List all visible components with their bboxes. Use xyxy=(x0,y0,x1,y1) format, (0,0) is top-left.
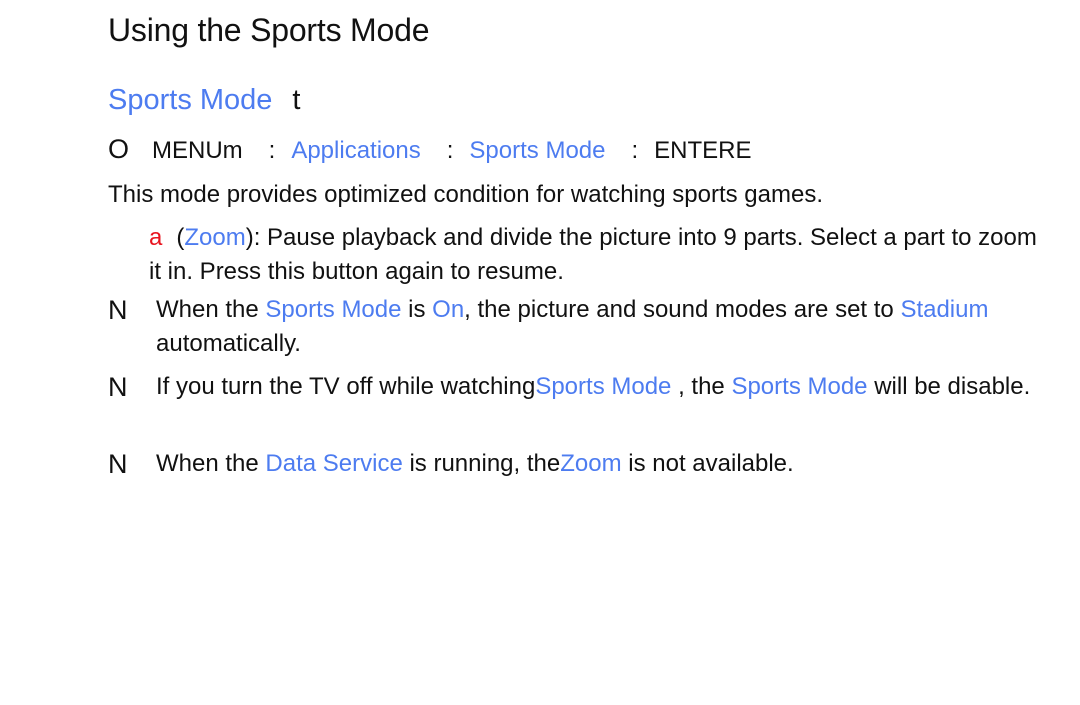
note-text-part: will be disable. xyxy=(867,373,1031,400)
note-text-part: When the xyxy=(156,450,266,477)
path-separator: : xyxy=(631,137,639,164)
note-icon: N xyxy=(108,372,128,402)
tools-marker-icon: t xyxy=(292,84,301,116)
note-term-on: On xyxy=(432,296,465,323)
note-text: When the Data Service is running, theZoo… xyxy=(156,447,1036,481)
red-button-icon: a xyxy=(149,224,163,251)
path-step-applications: Applications xyxy=(291,137,421,164)
note-term-sports-mode: Sports Mode xyxy=(535,373,672,400)
menu-button-label: MENUm xyxy=(152,137,243,164)
note-text-part: automatically. xyxy=(156,330,301,357)
note-text-part: is running, the xyxy=(402,450,561,477)
note-icon: N xyxy=(108,295,128,325)
path-separator: : xyxy=(268,137,276,164)
enter-button-label: ENTERE xyxy=(654,137,752,164)
note-text-part: , the picture and sound modes are set to xyxy=(464,296,901,323)
note-term-stadium: Stadium xyxy=(900,296,989,323)
note-term-sports-mode: Sports Mode xyxy=(265,296,402,323)
note-term-zoom: Zoom xyxy=(560,450,622,477)
menu-path: O MENUm: Applications: Sports Mode: ENTERE xyxy=(108,134,752,165)
zoom-description: ): Pause playback and divide the picture… xyxy=(149,224,1037,285)
path-step-sports-mode: Sports Mode xyxy=(469,137,606,164)
page-title: Using the Sports Mode xyxy=(108,12,430,48)
section-heading-label: Sports Mode xyxy=(108,84,273,116)
note-icon: N xyxy=(108,449,128,479)
note-text-part: is xyxy=(401,296,433,323)
zoom-label: Zoom xyxy=(184,224,246,251)
zoom-item: a (Zoom): Pause playback and divide the p… xyxy=(149,221,1039,289)
note-term-data-service: Data Service xyxy=(265,450,403,477)
path-separator: : xyxy=(446,137,454,164)
note-term-sports-mode: Sports Mode xyxy=(731,373,868,400)
note-text: When the Sports Mode is On, the picture … xyxy=(156,293,1036,361)
note-text-part: When the xyxy=(156,296,266,323)
note-text-part: is not available. xyxy=(621,450,794,477)
note-text: If you turn the TV off while watchingSpo… xyxy=(156,370,1036,404)
section-heading: Sports Mode t xyxy=(108,84,300,117)
note-text-part: If you turn the TV off while watching xyxy=(156,373,536,400)
note-text-part: , the xyxy=(671,373,732,400)
description-paragraph: This mode provides optimized condition f… xyxy=(108,181,824,208)
menu-path-icon: O xyxy=(108,134,130,164)
